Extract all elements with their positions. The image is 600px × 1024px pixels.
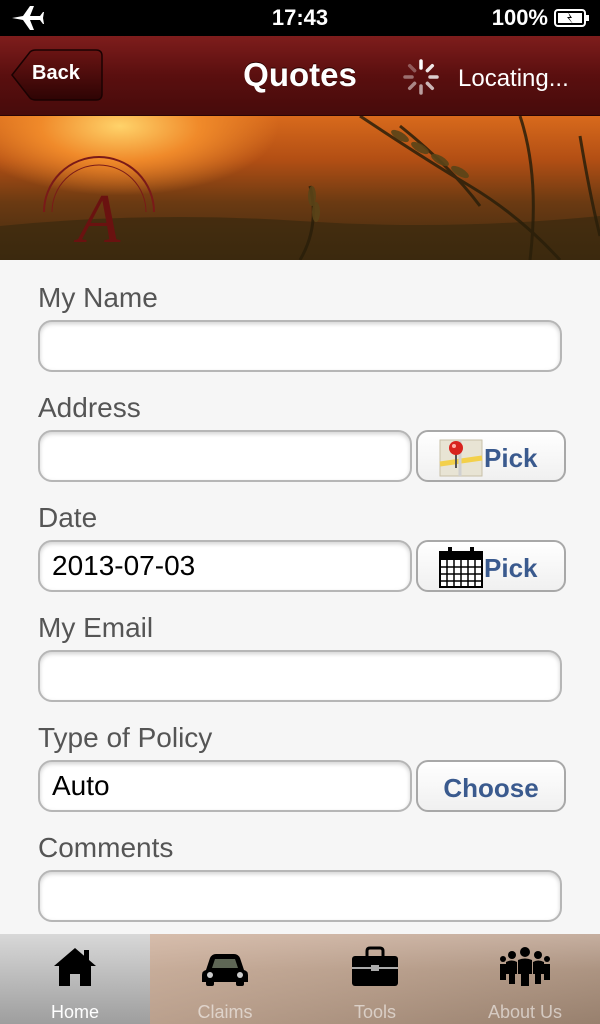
policy-type-input[interactable]: Auto (38, 760, 412, 812)
back-button[interactable]: Back (10, 49, 103, 101)
tab-about-us-label: About Us (487, 1002, 563, 1022)
map-pin-icon (439, 439, 483, 477)
tab-home-label: Home (50, 1002, 99, 1022)
pick-date-button[interactable]: Pick (416, 540, 566, 592)
battery-icon (554, 9, 589, 27)
calendar-icon (439, 547, 483, 588)
name-input[interactable] (38, 320, 562, 372)
people-icon (500, 947, 550, 986)
choose-policy-label: Choose (443, 773, 539, 803)
choose-policy-button[interactable]: Choose (416, 760, 566, 812)
tab-claims[interactable]: Claims (150, 934, 300, 1024)
email-input[interactable] (38, 650, 562, 702)
agency-logo: A (43, 156, 155, 250)
email-label: My Email (38, 612, 154, 643)
comments-input[interactable] (38, 870, 562, 922)
policy-type-label: Type of Policy (38, 722, 213, 753)
name-label: My Name (38, 282, 158, 313)
comments-label: Comments (38, 832, 174, 863)
back-button-label: Back (32, 62, 80, 84)
svg-text:A: A (74, 181, 121, 250)
location-status: Locating... (458, 65, 569, 92)
toolbox-icon (352, 946, 398, 986)
header-banner: A (0, 116, 600, 260)
address-input[interactable] (38, 430, 412, 482)
tab-home[interactable]: Home (0, 934, 150, 1024)
tab-tools-label: Tools (353, 1002, 397, 1022)
address-label: Address (38, 392, 141, 423)
home-icon (54, 948, 96, 986)
date-input[interactable]: 2013-07-03 (38, 540, 412, 592)
status-bar: 17:43 100% (0, 0, 600, 36)
pick-date-label: Pick (484, 553, 538, 583)
battery-percentage: 100% (491, 5, 548, 30)
car-icon (202, 954, 248, 986)
date-label: Date (38, 502, 98, 533)
tab-bar: Home Claims Tools About Us (0, 934, 600, 1024)
pick-address-button[interactable]: Pick (416, 430, 566, 482)
tab-about-us[interactable]: About Us (450, 934, 600, 1024)
loading-spinner-icon (403, 59, 439, 95)
navigation-bar: Back Quotes Locating... (0, 36, 600, 116)
page-title: Quotes (243, 56, 357, 93)
pick-address-label: Pick (484, 443, 538, 473)
tab-claims-label: Claims (197, 1002, 253, 1022)
tab-tools[interactable]: Tools (300, 934, 450, 1024)
